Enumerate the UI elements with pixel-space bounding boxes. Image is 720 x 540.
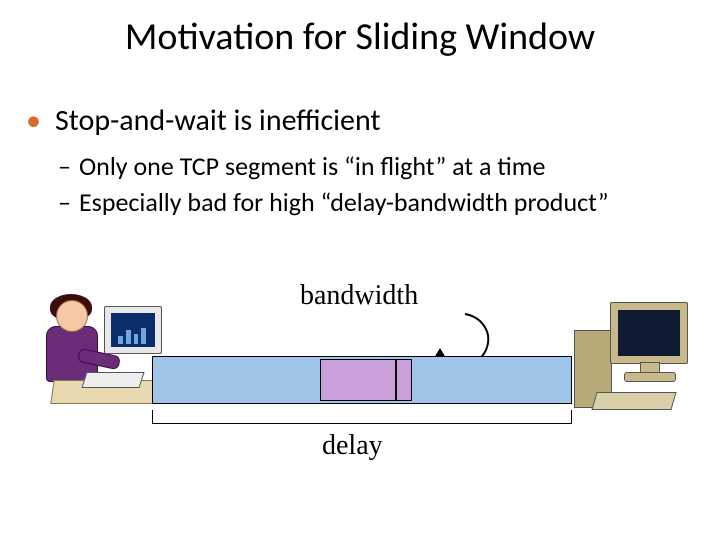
slide: Motivation for Sliding Window • Stop-and-… — [0, 0, 720, 540]
bullet-level1-text: Stop-and-wait is inefficient — [55, 102, 381, 139]
receiver-keyboard-icon — [591, 392, 676, 410]
user-head-icon — [56, 300, 88, 332]
bullet-level2: –Especially bad for high “delay-bandwidt… — [58, 186, 609, 218]
bullet-level2: –Only one TCP segment is “in flight” at … — [58, 150, 545, 182]
receiver-base-icon — [624, 372, 676, 382]
dash-icon: – — [58, 186, 71, 218]
sender-monitor-bars-icon — [118, 324, 146, 344]
bullet-dot-icon: • — [26, 102, 41, 139]
bullet-level2-text: Especially bad for high “delay-bandwidth… — [79, 186, 609, 218]
delay-label: delay — [322, 430, 383, 462]
receiver-monitor-icon — [610, 302, 688, 364]
bullet-level1: • Stop-and-wait is inefficient — [26, 102, 381, 139]
sender-keyboard-icon — [81, 372, 144, 388]
bandwidth-label: bandwidth — [300, 280, 418, 312]
slide-title: Motivation for Sliding Window — [0, 14, 720, 60]
dash-icon: – — [58, 150, 71, 182]
bullet-level2-text: Only one TCP segment is “in flight” at a… — [79, 150, 546, 182]
delay-bracket-icon — [152, 410, 572, 424]
packet-edge — [396, 359, 412, 401]
packet-in-flight — [320, 359, 396, 401]
